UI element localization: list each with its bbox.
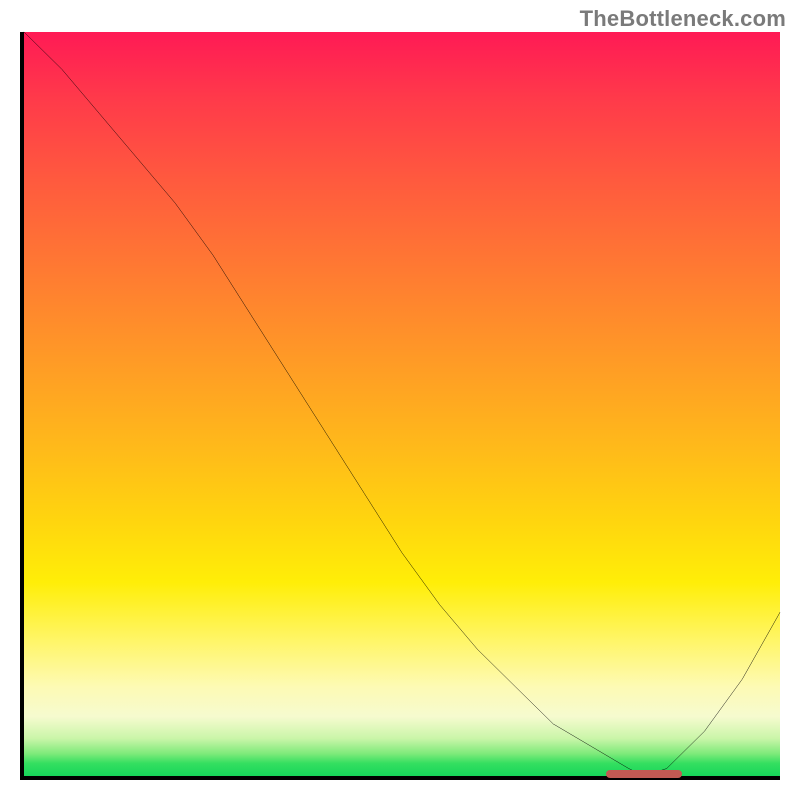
- watermark-text: TheBottleneck.com: [580, 6, 786, 32]
- chart-stage: TheBottleneck.com: [0, 0, 800, 800]
- bottleneck-curve: [24, 32, 780, 776]
- plot-area: [20, 32, 780, 780]
- minimum-marker: [606, 770, 682, 778]
- curve-svg: [24, 32, 780, 776]
